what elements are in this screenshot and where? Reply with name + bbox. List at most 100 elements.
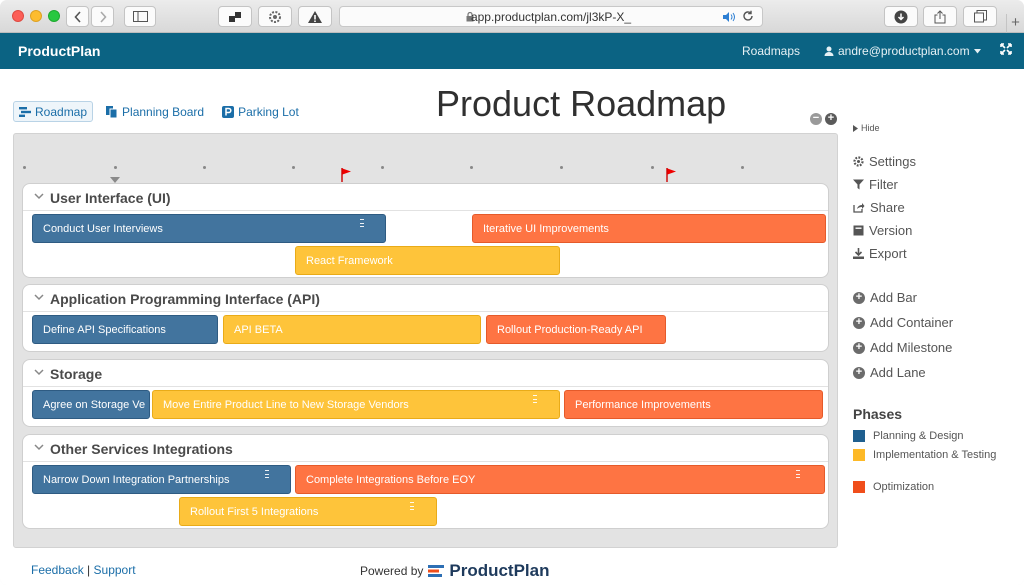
sidebar-actions: Settings Filter Share Version Export <box>853 150 916 265</box>
feedback-link[interactable]: Feedback <box>31 563 84 577</box>
export-action[interactable]: Export <box>853 242 916 265</box>
add-bar-action[interactable]: + Add Bar <box>853 285 953 310</box>
share-icon <box>853 203 865 213</box>
roadmaps-link[interactable]: Roadmaps <box>742 44 800 58</box>
roadmap-bar[interactable]: Agree on Storage Ve <box>32 390 150 419</box>
phase-label: Implementation & Testing <box>873 449 997 461</box>
powered-by: Powered by ProductPlan <box>360 561 550 581</box>
drag-handle-icon[interactable] <box>265 470 269 478</box>
phase-legend-item: Planning & Design <box>853 430 964 442</box>
reload-icon[interactable] <box>742 10 754 22</box>
powered-by-brand[interactable]: ProductPlan <box>449 561 549 581</box>
roadmap-bar[interactable]: Conduct User Interviews <box>32 214 386 243</box>
warning-icon <box>308 10 322 23</box>
settings-action[interactable]: Settings <box>853 150 916 173</box>
drag-handle-icon[interactable] <box>796 470 800 478</box>
add-lane-action[interactable]: + Add Lane <box>853 360 953 385</box>
tabs-overview-button[interactable] <box>963 6 997 27</box>
app-brand[interactable]: ProductPlan <box>18 43 100 59</box>
timeline-tick <box>23 166 26 169</box>
drag-handle-icon[interactable] <box>360 219 364 227</box>
lane-header[interactable]: User Interface (UI) <box>23 184 828 211</box>
extension-button[interactable] <box>218 6 252 27</box>
minimize-window-button[interactable] <box>30 10 42 22</box>
roadmap-bar[interactable]: Complete Integrations Before EOY <box>295 465 825 494</box>
roadmap-bar[interactable]: Iterative UI Improvements <box>472 214 826 243</box>
lane-title: Storage <box>50 366 103 382</box>
tab-parking-lot[interactable]: Parking Lot <box>217 101 304 122</box>
add-container-action[interactable]: + Add Container <box>853 310 953 335</box>
add-container-label: Add Container <box>870 315 954 330</box>
warning-extension-button[interactable] <box>298 6 332 27</box>
tab-roadmap[interactable]: Roadmap <box>13 101 94 122</box>
drag-handle-icon[interactable] <box>410 502 414 510</box>
filter-action[interactable]: Filter <box>853 173 916 196</box>
phase-legend-item: Implementation & Testing <box>853 449 996 461</box>
lane-title: User Interface (UI) <box>50 190 171 206</box>
sidebar-icon <box>132 11 148 22</box>
roadmap-bar[interactable]: React Framework <box>295 246 560 275</box>
timeline-tick <box>560 166 563 169</box>
support-link[interactable]: Support <box>94 563 136 577</box>
plus-circle-icon: + <box>853 366 865 379</box>
address-bar[interactable]: app.productplan.com/jl3kP-X_ <box>339 6 763 27</box>
downloads-button[interactable] <box>884 6 918 27</box>
chevron-down-icon[interactable] <box>34 294 44 301</box>
roadmap-bar[interactable]: Define API Specifications <box>32 315 218 344</box>
chevron-down-icon[interactable] <box>34 444 44 451</box>
zoom-window-button[interactable] <box>48 10 60 22</box>
roadmap-bar[interactable]: Performance Improvements <box>564 390 823 419</box>
version-action[interactable]: Version <box>853 219 916 242</box>
gear-icon <box>269 10 281 23</box>
lane-header[interactable]: Storage <box>23 360 828 387</box>
zoom-out-button[interactable]: − <box>810 113 822 125</box>
chevron-down-icon[interactable] <box>34 369 44 376</box>
new-tab-button[interactable]: + <box>1006 14 1024 33</box>
view-tabs: Roadmap Planning Board Parking Lot <box>13 101 304 122</box>
phases-title: Phases <box>853 406 903 422</box>
chevron-down-icon[interactable] <box>34 193 44 200</box>
filter-label: Filter <box>869 177 898 192</box>
timeline-tick <box>470 166 473 169</box>
hide-label: Hide <box>861 123 880 133</box>
download-icon <box>853 248 864 259</box>
share-action[interactable]: Share <box>853 196 916 219</box>
caret-down-icon <box>973 48 981 53</box>
timeline-tick <box>651 166 654 169</box>
roadmap-bar[interactable]: Move Entire Product Line to New Storage … <box>152 390 560 419</box>
sidebar-toggle-button[interactable] <box>124 6 156 27</box>
roadmap-bar[interactable]: Rollout First 5 Integrations <box>179 497 437 526</box>
share-icon <box>934 9 946 23</box>
plus-circle-icon: + <box>853 316 865 329</box>
timeline-tick <box>203 166 206 169</box>
close-window-button[interactable] <box>12 10 24 22</box>
lane-header[interactable]: Other Services Integrations <box>23 435 828 462</box>
lane-storage: Storage Agree on Storage Ve Move Entire … <box>22 359 829 427</box>
roadmap-bar[interactable]: Narrow Down Integration Partnerships <box>32 465 291 494</box>
user-menu[interactable]: andre@productplan.com <box>824 44 981 58</box>
hide-sidebar-link[interactable]: Hide <box>853 123 880 133</box>
zoom-in-button[interactable]: + <box>825 113 837 125</box>
roadmap-bar[interactable]: API BETA <box>223 315 481 344</box>
tab-planning-board[interactable]: Planning Board <box>101 101 209 122</box>
user-icon <box>824 46 834 56</box>
add-bar-label: Add Bar <box>870 290 917 305</box>
drag-handle-icon[interactable] <box>533 395 537 403</box>
phase-legend-item: Optimization <box>853 481 934 493</box>
filter-icon <box>853 179 864 190</box>
timeline-tick <box>114 166 117 169</box>
add-milestone-action[interactable]: + Add Milestone <box>853 335 953 360</box>
share-button[interactable] <box>923 6 957 27</box>
milestone-flag-icon[interactable] <box>341 168 352 182</box>
roadmap-bar[interactable]: Rollout Production-Ready API <box>486 315 666 344</box>
fullscreen-icon[interactable] <box>1000 43 1012 55</box>
version-label: Version <box>869 223 913 238</box>
lane-header[interactable]: Application Programming Interface (API) <box>23 285 828 312</box>
back-button[interactable] <box>66 6 89 27</box>
milestone-flag-icon[interactable] <box>666 168 677 182</box>
settings-extension-button[interactable] <box>258 6 292 27</box>
forward-button[interactable] <box>91 6 114 27</box>
timeline-tick <box>381 166 384 169</box>
lane-api: Application Programming Interface (API) … <box>22 284 829 352</box>
speaker-icon[interactable] <box>722 11 736 23</box>
